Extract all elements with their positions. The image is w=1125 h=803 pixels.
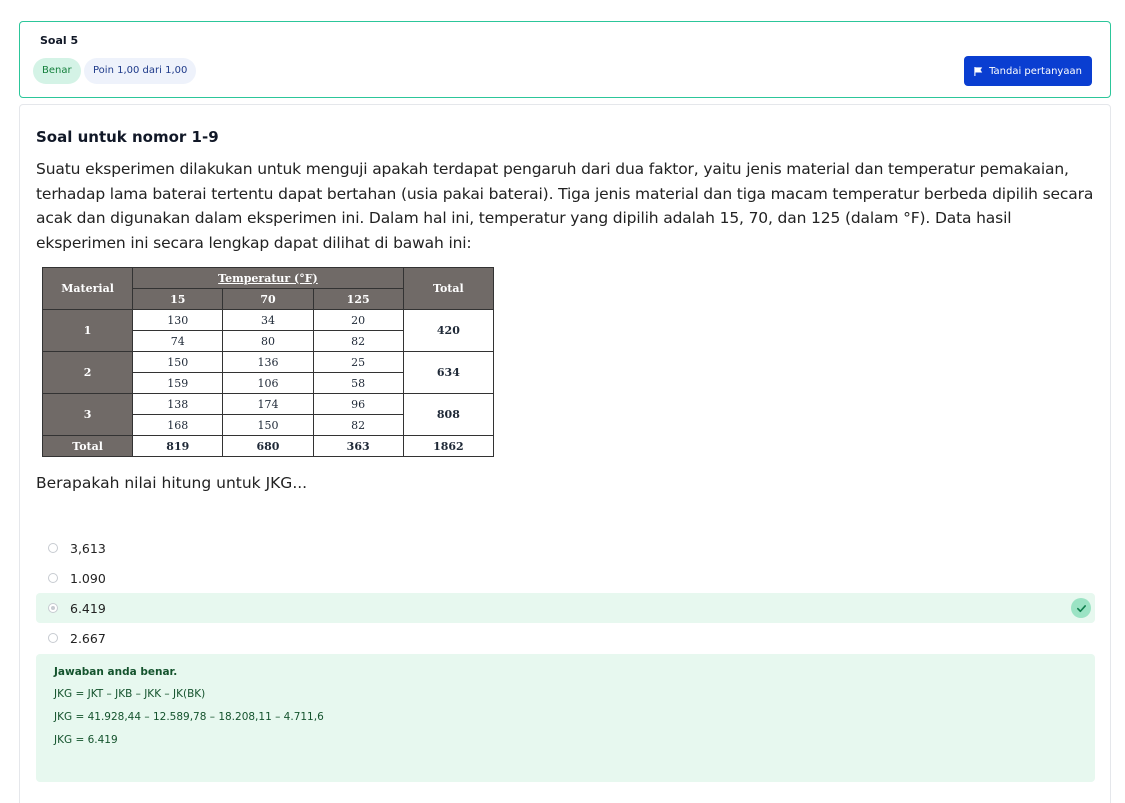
check-icon bbox=[1071, 598, 1091, 618]
header-material: Material bbox=[41, 267, 134, 310]
table-cell: 82 bbox=[312, 414, 404, 436]
table-cell: 34 bbox=[222, 309, 314, 331]
table-cell: 159 bbox=[132, 372, 224, 394]
total-label-cell: Total bbox=[41, 435, 134, 457]
points-badge: Poin 1,00 dari 1,00 bbox=[84, 58, 197, 84]
row-total-cell: 420 bbox=[402, 309, 495, 352]
feedback-title: Jawaban anda benar. bbox=[54, 666, 178, 678]
option-label: 3,613 bbox=[70, 540, 106, 556]
table-cell: 138 bbox=[132, 393, 224, 415]
table-cell: 74 bbox=[132, 330, 224, 352]
status-badge: Benar bbox=[33, 58, 81, 84]
radio-button[interactable] bbox=[48, 543, 58, 553]
material-cell: 3 bbox=[41, 393, 134, 436]
header-temp-70: 70 bbox=[222, 288, 314, 310]
feedback-line: JKG = 6.419 bbox=[54, 734, 118, 746]
answer-option-a[interactable]: 3,613 bbox=[36, 533, 1095, 563]
material-cell: 1 bbox=[41, 309, 134, 352]
question-number: Soal 5 bbox=[40, 34, 79, 47]
table-cell: 96 bbox=[312, 393, 404, 415]
table-row: 2 150 136 25 634 bbox=[41, 351, 495, 394]
header-temperature: Temperatur (°F) bbox=[132, 267, 404, 289]
radio-button[interactable] bbox=[48, 573, 58, 583]
material-cell: 2 bbox=[41, 351, 134, 394]
header-total: Total bbox=[402, 267, 495, 310]
question-prompt: Berapakah nilai hitung untuk JKG... bbox=[36, 474, 308, 492]
table-cell: 80 bbox=[222, 330, 314, 352]
answer-option-c[interactable]: 6.419 bbox=[36, 593, 1095, 623]
feedback-box: Jawaban anda benar. JKG = JKT – JKB – JK… bbox=[36, 654, 1095, 782]
table-cell: 82 bbox=[312, 330, 404, 352]
header-temp-125: 125 bbox=[312, 288, 404, 310]
feedback-line: JKG = 41.928,44 – 12.589,78 – 18.208,11 … bbox=[54, 711, 324, 723]
answer-options: 3,613 1.090 6.419 2.667 bbox=[36, 533, 1095, 653]
header-temp-15: 15 bbox=[132, 288, 224, 310]
radio-button-selected[interactable] bbox=[48, 603, 58, 613]
flag-question-label: Tandai pertanyaan bbox=[989, 65, 1082, 77]
table-cell: 130 bbox=[132, 309, 224, 331]
table-row: 1 130 34 20 420 bbox=[41, 309, 495, 352]
column-total-cell: 819 bbox=[132, 435, 224, 457]
table-cell: 168 bbox=[132, 414, 224, 436]
column-total-cell: 680 bbox=[222, 435, 314, 457]
question-info-card: Soal 5 Benar Poin 1,00 dari 1,00 Tandai … bbox=[19, 21, 1111, 98]
feedback-line: JKG = JKT – JKB – JKK – JK(BK) bbox=[54, 688, 206, 700]
question-content-card: Soal untuk nomor 1-9 Suatu eksperimen di… bbox=[19, 104, 1111, 803]
table-cell: 150 bbox=[132, 351, 224, 373]
row-total-cell: 808 bbox=[402, 393, 495, 436]
table-cell: 136 bbox=[222, 351, 314, 373]
table-cell: 106 bbox=[222, 372, 314, 394]
question-text: Suatu eksperimen dilakukan untuk menguji… bbox=[36, 160, 1094, 252]
radio-button[interactable] bbox=[48, 633, 58, 643]
answer-option-d[interactable]: 2.667 bbox=[36, 623, 1095, 653]
option-label: 6.419 bbox=[70, 600, 106, 616]
flag-icon bbox=[974, 66, 983, 76]
table-total-row: Total 819 680 363 1862 bbox=[41, 435, 495, 457]
table-row: 3 138 174 96 808 bbox=[41, 393, 495, 436]
answer-option-b[interactable]: 1.090 bbox=[36, 563, 1095, 593]
table-cell: 150 bbox=[222, 414, 314, 436]
question-title: Soal untuk nomor 1-9 bbox=[36, 128, 219, 146]
column-total-cell: 363 bbox=[312, 435, 404, 457]
table-cell: 174 bbox=[222, 393, 314, 415]
table-cell: 25 bbox=[312, 351, 404, 373]
option-label: 1.090 bbox=[70, 570, 106, 586]
row-total-cell: 634 bbox=[402, 351, 495, 394]
option-label: 2.667 bbox=[70, 630, 106, 646]
table-cell: 58 bbox=[312, 372, 404, 394]
grand-total-cell: 1862 bbox=[402, 435, 495, 457]
table-cell: 20 bbox=[312, 309, 404, 331]
flag-question-button[interactable]: Tandai pertanyaan bbox=[964, 56, 1092, 86]
data-table: Material Temperatur (°F) Total 15 70 125… bbox=[41, 267, 495, 457]
